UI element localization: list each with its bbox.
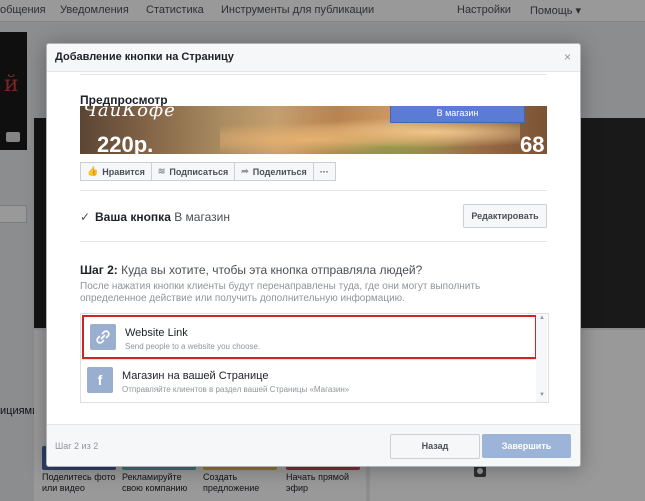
your-button-value: В магазин: [174, 210, 230, 224]
add-button-dialog: Добавление кнопки на Страницу × Предпрос…: [46, 43, 581, 467]
share-arrow-icon: ➦: [241, 166, 249, 176]
divider: [80, 190, 547, 191]
dialog-header: Добавление кнопки на Страницу ×: [47, 44, 580, 72]
follow-label: Подписаться: [169, 166, 229, 177]
facebook-icon: f: [87, 367, 113, 393]
your-button-summary: Ваша кнопка В магазин: [95, 210, 230, 224]
step-number: Шаг 2:: [80, 263, 118, 277]
step-title: Шаг 2: Куда вы хотите, чтобы эта кнопка …: [80, 263, 422, 277]
divider: [80, 241, 547, 242]
step-question: Куда вы хотите, чтобы эта кнопка отправл…: [121, 263, 423, 277]
scroll-down-arrow-icon[interactable]: ▼: [539, 392, 545, 398]
link-icon: [90, 324, 116, 350]
scroll-up-arrow-icon[interactable]: ▲: [539, 315, 545, 321]
thumbs-up-icon: 👍: [87, 166, 99, 176]
step-counter: Шаг 2 из 2: [55, 441, 99, 451]
edit-button[interactable]: Редактировать: [463, 204, 547, 228]
more-icon: ···: [319, 166, 329, 177]
cover-price-text: 220р.: [97, 132, 154, 154]
rss-icon: ≋: [157, 166, 166, 176]
destination-options-list: Website Link Send people to a website yo…: [80, 313, 549, 403]
share-button: ➦ Поделиться: [234, 162, 314, 181]
preview-cta-button: В магазин: [390, 106, 525, 123]
option-website-link[interactable]: Website Link Send people to a website yo…: [82, 315, 537, 359]
share-label: Поделиться: [252, 166, 307, 177]
like-label: Нравится: [102, 166, 145, 177]
link-icon-svg: [96, 330, 110, 344]
cover-food-photo: [220, 118, 520, 154]
cover-title-text: ЧайКофе: [83, 106, 176, 121]
checkmark-icon: ✓: [80, 210, 91, 224]
step-description: После нажатия кнопки клиенты будут перен…: [80, 281, 481, 304]
close-icon[interactable]: ×: [564, 50, 571, 64]
preview-cover-image: ЧайКофе 220р. 68 В магазин: [80, 106, 547, 154]
follow-button: ≋ Подписаться: [150, 162, 236, 181]
option-shop-on-page[interactable]: f Магазин на вашей Странице Отправляйте …: [81, 360, 537, 402]
option-website-link-subtitle: Send people to a website you choose.: [125, 342, 261, 351]
option-shop-subtitle: Отправляйте клиентов в раздел вашей Стра…: [122, 385, 350, 394]
finish-button[interactable]: Завершить: [482, 434, 571, 458]
dialog-footer: Шаг 2 из 2 Назад Завершить: [47, 424, 580, 466]
cover-number-text: 68: [520, 132, 545, 154]
dialog-title: Добавление кнопки на Страницу: [55, 51, 234, 63]
your-button-label: Ваша кнопка: [95, 210, 171, 224]
divider: [80, 74, 547, 75]
option-website-link-title: Website Link: [125, 327, 188, 339]
preview-label: Предпросмотр: [80, 93, 168, 107]
like-button: 👍 Нравится: [80, 162, 152, 181]
options-scrollbar[interactable]: ▲ ▼: [536, 314, 547, 402]
back-button[interactable]: Назад: [390, 434, 480, 459]
preview-action-bar: 👍 Нравится ≋ Подписаться ➦ Поделиться ··…: [80, 162, 336, 181]
more-button: ···: [312, 162, 336, 181]
option-shop-title: Магазин на вашей Странице: [122, 370, 269, 382]
